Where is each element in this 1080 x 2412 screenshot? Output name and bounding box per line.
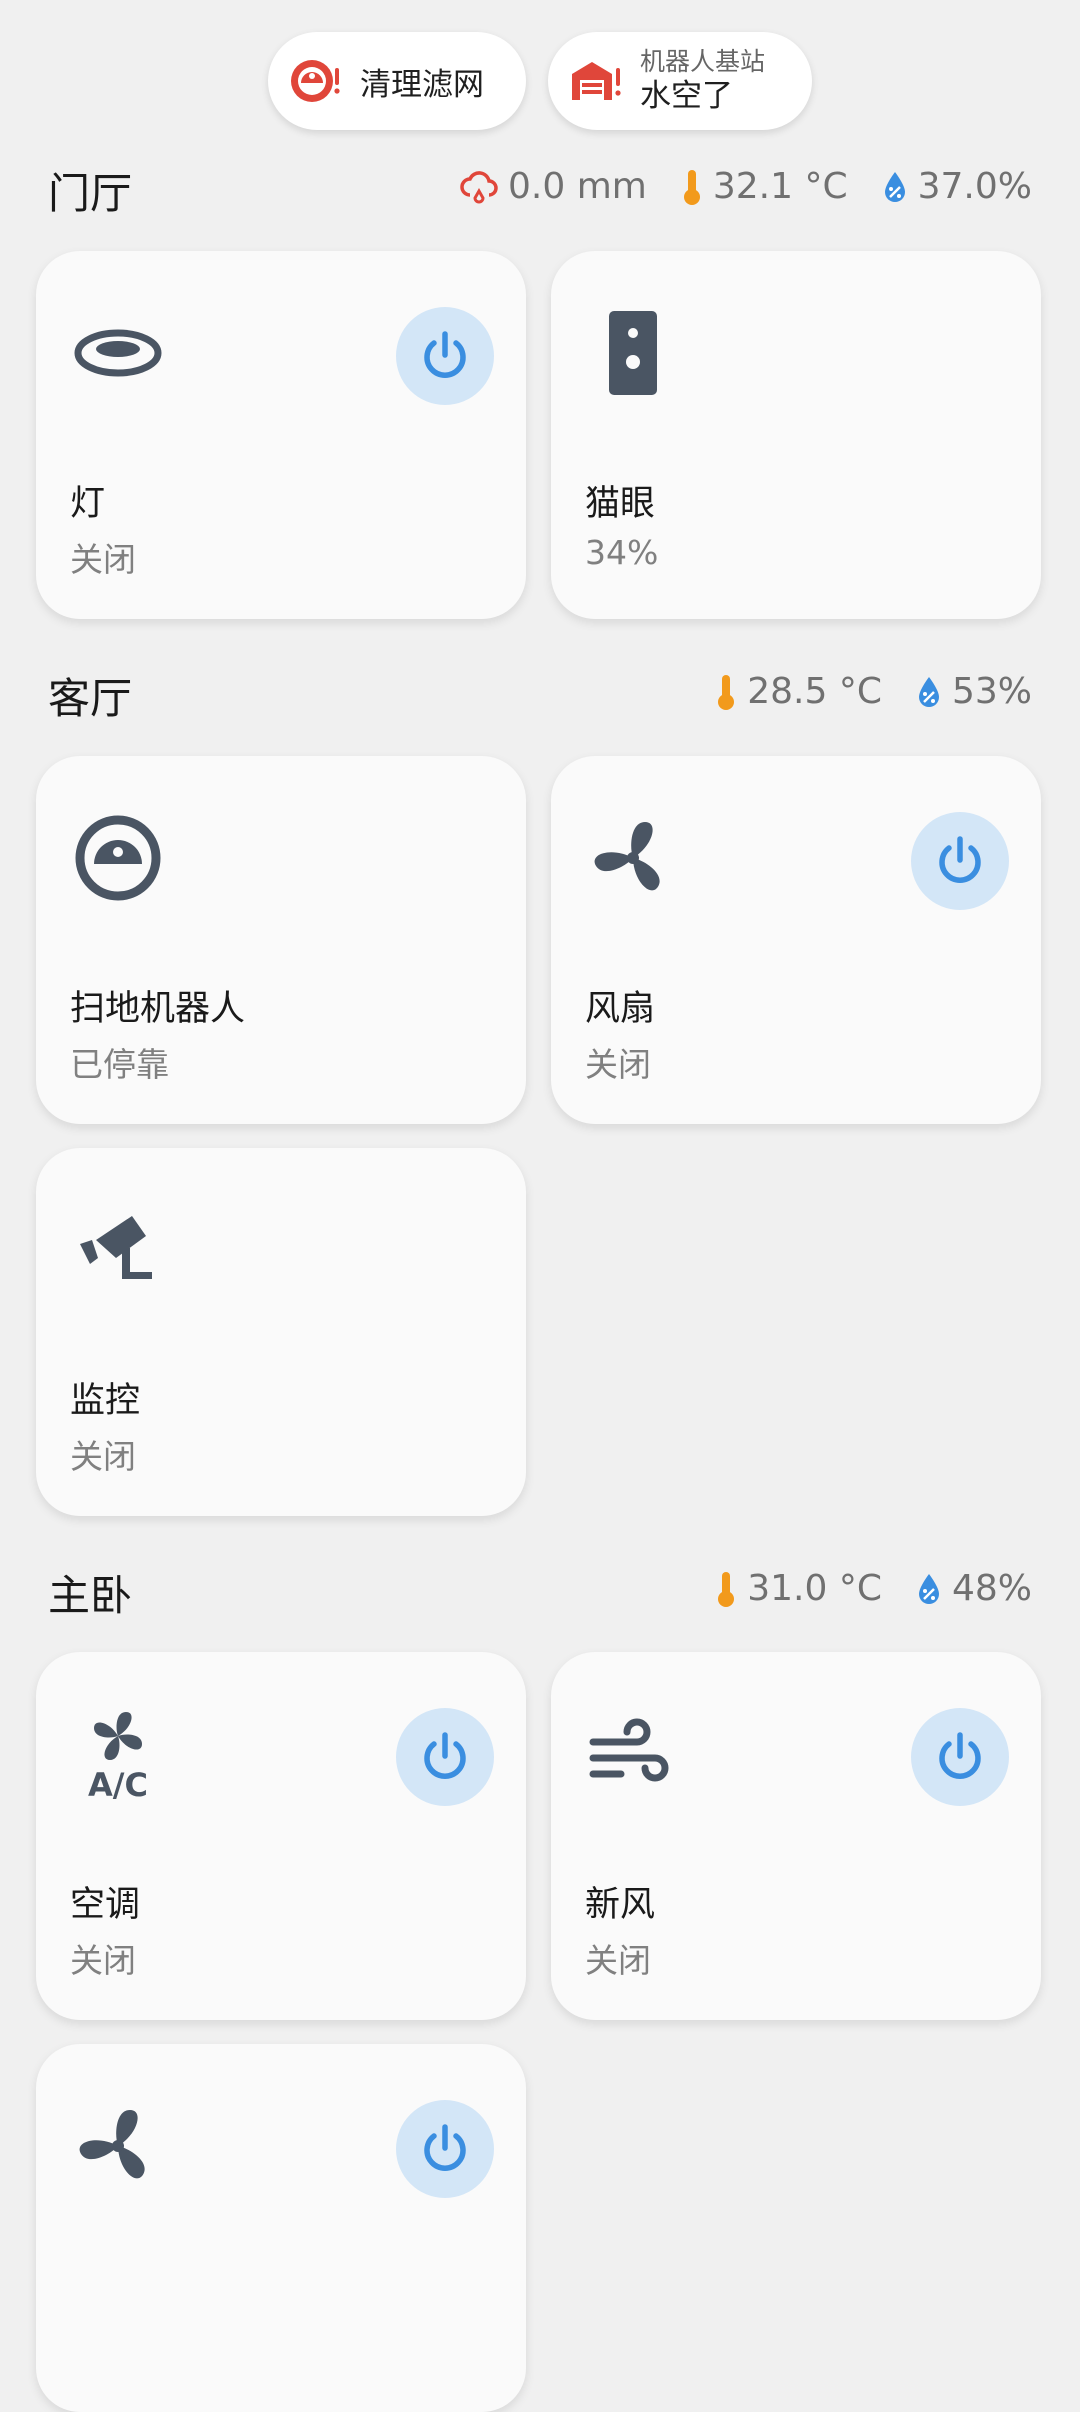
air-conditioner-name: 空调 [70, 1885, 141, 1925]
wind-icon [589, 1718, 669, 1782]
fresh-air-state: 关闭 [585, 1941, 651, 1980]
fresh-air-power-button[interactable] [911, 1708, 1009, 1806]
fan-icon [594, 822, 660, 891]
temperature-value: 32.1 °C [712, 166, 848, 207]
doorbell-camera-icon [609, 311, 657, 395]
rain-cloud-icon [460, 170, 498, 203]
temperature-sensor: 32.1 °C [681, 166, 848, 207]
master-bedroom-sensors: 31.0 °C 48% [681, 1568, 1032, 1609]
peephole-card[interactable]: 猫眼 34% [551, 251, 1041, 619]
thermometer-icon [683, 169, 700, 205]
bedroom-fan-card[interactable] [36, 2044, 526, 2412]
water-percent-icon [884, 171, 905, 202]
humidity-value: 53% [951, 671, 1032, 712]
entrance-sensors: 0.0 mm 32.1 °C 37.0% [426, 166, 1032, 207]
bedroom-fan-power-button[interactable] [396, 2100, 494, 2198]
fan-icon [79, 2110, 145, 2179]
humidity-value: 37.0% [917, 166, 1032, 207]
robot-vacuum-name: 扫地机器人 [70, 989, 246, 1029]
air-conditioner-icon: A/C [88, 1712, 148, 1802]
light-name: 灯 [70, 484, 106, 524]
fan-card[interactable]: 风扇 关闭 [551, 756, 1041, 1124]
humidity-sensor: 53% [916, 671, 1032, 712]
thermometer-icon [718, 674, 735, 710]
water-percent-icon [918, 1573, 939, 1604]
fan-name: 风扇 [585, 989, 656, 1029]
power-icon [424, 331, 466, 378]
dock-alert-label: 水空了 [640, 78, 733, 114]
cctv-name: 监控 [70, 1381, 141, 1421]
power-icon [939, 836, 981, 883]
air-conditioner-card[interactable]: A/C 空调 关闭 [36, 1652, 526, 2020]
power-icon [939, 1732, 981, 1779]
cctv-camera-icon [80, 1216, 152, 1279]
power-icon [424, 2124, 466, 2171]
robot-vacuum-state: 已停靠 [70, 1045, 169, 1084]
robot-vacuum-icon [75, 815, 161, 901]
light-state: 关闭 [70, 540, 136, 579]
air-conditioner-power-button[interactable] [396, 1708, 494, 1806]
peephole-state: 34% [585, 533, 659, 572]
garage-alert-icon [572, 62, 621, 100]
peephole-name: 猫眼 [585, 484, 656, 524]
section-title-master-bedroom: 主卧 [48, 1571, 133, 1620]
temperature-sensor: 28.5 °C [715, 671, 882, 712]
dock-alert-chip[interactable]: 机器人基站 水空了 [548, 32, 812, 130]
air-conditioner-state: 关闭 [70, 1941, 136, 1980]
svg-text:A/C: A/C [88, 1766, 148, 1802]
power-icon [424, 1732, 466, 1779]
temperature-sensor: 31.0 °C [715, 1568, 882, 1609]
fresh-air-card[interactable]: 新风 关闭 [551, 1652, 1041, 2020]
dock-alert-sublabel: 机器人基站 [640, 47, 766, 76]
fresh-air-name: 新风 [585, 1885, 656, 1925]
robot-vacuum-card[interactable]: 扫地机器人 已停靠 [36, 756, 526, 1124]
humidity-sensor: 48% [916, 1568, 1032, 1609]
temperature-value: 31.0 °C [747, 1568, 882, 1609]
light-card[interactable]: 灯 关闭 [36, 251, 526, 619]
ceiling-light-icon [74, 329, 162, 377]
light-power-button[interactable] [396, 307, 494, 405]
cctv-state: 关闭 [70, 1437, 136, 1476]
section-title-entrance: 门厅 [48, 169, 133, 218]
section-title-living-room: 客厅 [48, 674, 133, 723]
humidity-value: 48% [951, 1568, 1032, 1609]
filter-alert-label: 清理滤网 [360, 66, 484, 103]
temperature-value: 28.5 °C [747, 671, 882, 712]
living-room-sensors: 28.5 °C 53% [681, 671, 1032, 712]
filter-alert-chip[interactable]: 清理滤网 [268, 32, 526, 130]
fan-power-button[interactable] [911, 812, 1009, 910]
fan-state: 关闭 [585, 1045, 651, 1084]
dock-alert-text: 机器人基站 水空了 [640, 47, 765, 115]
rain-value: 0.0 mm [508, 166, 647, 207]
robot-vacuum-alert-icon [291, 60, 340, 102]
water-percent-icon [918, 676, 939, 707]
rain-sensor: 0.0 mm [460, 166, 647, 207]
cctv-card[interactable]: 监控 关闭 [36, 1148, 526, 1516]
thermometer-icon [718, 1571, 735, 1607]
humidity-sensor: 37.0% [882, 166, 1032, 207]
